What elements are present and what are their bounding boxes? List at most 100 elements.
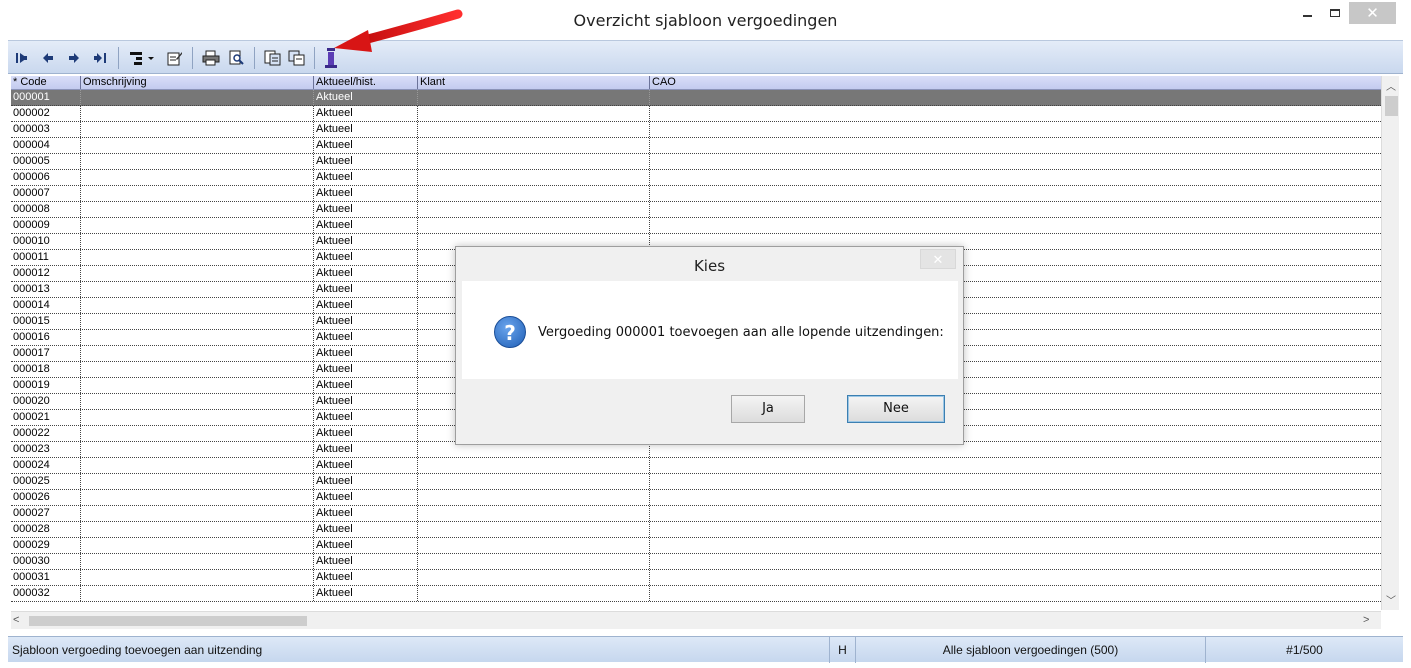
cell-omschrijving[interactable]	[81, 250, 314, 265]
cell-code[interactable]: 000028	[11, 522, 81, 537]
cell-code[interactable]: 000010	[11, 234, 81, 249]
maximize-button[interactable]	[1322, 2, 1348, 24]
cell-code[interactable]: 000025	[11, 474, 81, 489]
cell-klant[interactable]	[418, 106, 650, 121]
cell-status[interactable]: Aktueel	[314, 426, 418, 441]
yes-button[interactable]: Ja	[731, 395, 805, 423]
horizontal-scroll-thumb[interactable]	[29, 616, 307, 626]
cell-code[interactable]: 000031	[11, 570, 81, 585]
cell-klant[interactable]	[418, 522, 650, 537]
cell-code[interactable]: 000001	[11, 90, 81, 105]
cell-status[interactable]: Aktueel	[314, 250, 418, 265]
cell-code[interactable]: 000015	[11, 314, 81, 329]
cell-status[interactable]: Aktueel	[314, 410, 418, 425]
copy-button[interactable]	[286, 47, 308, 69]
table-row[interactable]: 000005 Aktueel	[11, 154, 1381, 170]
column-header-status[interactable]: Aktueel/hist.	[314, 76, 418, 89]
cell-code[interactable]: 000012	[11, 266, 81, 281]
cell-status[interactable]: Aktueel	[314, 218, 418, 233]
cell-cao[interactable]	[650, 506, 1381, 521]
table-row[interactable]: 000025 Aktueel	[11, 474, 1381, 490]
cell-status[interactable]: Aktueel	[314, 170, 418, 185]
cell-klant[interactable]	[418, 458, 650, 473]
cell-status[interactable]: Aktueel	[314, 570, 418, 585]
cell-status[interactable]: Aktueel	[314, 122, 418, 137]
cell-omschrijving[interactable]	[81, 234, 314, 249]
table-row[interactable]: 000027 Aktueel	[11, 506, 1381, 522]
table-row[interactable]: 000031 Aktueel	[11, 570, 1381, 586]
cell-cao[interactable]	[650, 522, 1381, 537]
column-header-code[interactable]: * Code	[11, 76, 81, 89]
cell-omschrijving[interactable]	[81, 106, 314, 121]
cell-code[interactable]: 000020	[11, 394, 81, 409]
cell-omschrijving[interactable]	[81, 90, 314, 105]
cell-code[interactable]: 000024	[11, 458, 81, 473]
cell-klant[interactable]	[418, 170, 650, 185]
cell-status[interactable]: Aktueel	[314, 522, 418, 537]
cell-cao[interactable]	[650, 586, 1381, 601]
cell-status[interactable]: Aktueel	[314, 234, 418, 249]
minimize-button[interactable]	[1294, 2, 1320, 24]
cell-omschrijving[interactable]	[81, 570, 314, 585]
column-header-cao[interactable]: CAO	[650, 76, 1381, 89]
cell-code[interactable]: 000032	[11, 586, 81, 601]
cell-code[interactable]: 000002	[11, 106, 81, 121]
no-button[interactable]: Nee	[847, 395, 945, 423]
cell-omschrijving[interactable]	[81, 218, 314, 233]
cell-omschrijving[interactable]	[81, 586, 314, 601]
cell-code[interactable]: 000016	[11, 330, 81, 345]
cell-cao[interactable]	[650, 90, 1381, 105]
cell-omschrijving[interactable]	[81, 474, 314, 489]
close-button[interactable]: ✕	[1349, 2, 1396, 24]
cell-status[interactable]: Aktueel	[314, 538, 418, 553]
cell-klant[interactable]	[418, 90, 650, 105]
vertical-scroll-thumb[interactable]	[1385, 96, 1398, 116]
table-row[interactable]: 000002 Aktueel	[11, 106, 1381, 122]
column-header-klant[interactable]: Klant	[418, 76, 650, 89]
cell-status[interactable]: Aktueel	[314, 442, 418, 457]
view-menu-button[interactable]	[126, 47, 158, 69]
cell-omschrijving[interactable]	[81, 378, 314, 393]
cell-code[interactable]: 000009	[11, 218, 81, 233]
cell-code[interactable]: 000013	[11, 282, 81, 297]
cell-klant[interactable]	[418, 586, 650, 601]
cell-status[interactable]: Aktueel	[314, 554, 418, 569]
cell-status[interactable]: Aktueel	[314, 378, 418, 393]
cell-omschrijving[interactable]	[81, 538, 314, 553]
cell-klant[interactable]	[418, 202, 650, 217]
cell-omschrijving[interactable]	[81, 282, 314, 297]
add-to-assignment-button[interactable]	[262, 47, 284, 69]
next-record-button[interactable]	[64, 47, 84, 69]
cell-omschrijving[interactable]	[81, 266, 314, 281]
scroll-left-icon[interactable]: <	[13, 614, 27, 628]
cell-status[interactable]: Aktueel	[314, 458, 418, 473]
scroll-right-icon[interactable]: >	[1363, 614, 1377, 628]
cell-cao[interactable]	[650, 458, 1381, 473]
cell-code[interactable]: 000017	[11, 346, 81, 361]
cell-klant[interactable]	[418, 218, 650, 233]
cell-klant[interactable]	[418, 474, 650, 489]
cell-code[interactable]: 000023	[11, 442, 81, 457]
cell-status[interactable]: Aktueel	[314, 362, 418, 377]
cell-code[interactable]: 000027	[11, 506, 81, 521]
cell-code[interactable]: 000030	[11, 554, 81, 569]
cell-omschrijving[interactable]	[81, 426, 314, 441]
cell-omschrijving[interactable]	[81, 122, 314, 137]
cell-code[interactable]: 000021	[11, 410, 81, 425]
cell-cao[interactable]	[650, 202, 1381, 217]
cell-code[interactable]: 000026	[11, 490, 81, 505]
cell-omschrijving[interactable]	[81, 506, 314, 521]
cell-klant[interactable]	[418, 490, 650, 505]
first-record-button[interactable]	[12, 47, 32, 69]
cell-klant[interactable]	[418, 570, 650, 585]
cell-cao[interactable]	[650, 490, 1381, 505]
cell-status[interactable]: Aktueel	[314, 314, 418, 329]
print-preview-button[interactable]	[226, 47, 248, 69]
cell-omschrijving[interactable]	[81, 362, 314, 377]
cell-code[interactable]: 000029	[11, 538, 81, 553]
cell-code[interactable]: 000004	[11, 138, 81, 153]
cell-status[interactable]: Aktueel	[314, 394, 418, 409]
edit-button[interactable]	[164, 47, 186, 69]
vertical-scrollbar[interactable]: ︿ ﹀	[1381, 76, 1399, 610]
cell-klant[interactable]	[418, 538, 650, 553]
